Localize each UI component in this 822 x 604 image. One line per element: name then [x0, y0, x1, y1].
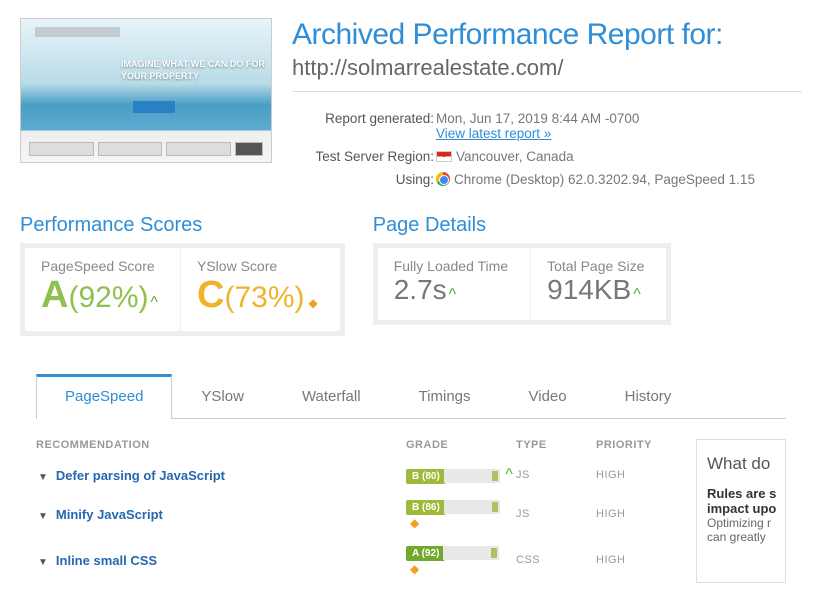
- side-text2: can greatly: [707, 530, 775, 544]
- side-bold1: Rules are s: [707, 486, 775, 501]
- loaded-label: Fully Loaded Time: [394, 258, 508, 274]
- col-type: Type: [516, 439, 596, 451]
- region-value: Vancouver, Canada: [456, 149, 574, 164]
- pagespeed-score-box: PageSpeed Score A(92%)^: [25, 248, 180, 331]
- diamond-icon: ◆: [410, 516, 419, 530]
- pagespeed-pct: (92%): [68, 281, 148, 314]
- caret-up-icon: ^: [633, 286, 641, 303]
- grade-bar: [443, 546, 499, 560]
- rec-name[interactable]: Defer parsing of JavaScript: [56, 468, 225, 483]
- tab-history[interactable]: History: [596, 374, 701, 418]
- rec-type: JS: [516, 508, 596, 520]
- chevron-down-icon: ▼: [38, 472, 48, 483]
- page-size-box: Total Page Size 914KB^: [530, 248, 666, 320]
- tab-waterfall[interactable]: Waterfall: [273, 374, 390, 418]
- side-title: What do: [707, 454, 775, 474]
- chevron-down-icon: ▼: [38, 511, 48, 522]
- col-grade: Grade: [406, 439, 516, 451]
- generated-date: Mon, Jun 17, 2019 8:44 AM -0700: [436, 111, 639, 126]
- yslow-score-box: YSlow Score C(73%) ◆: [180, 248, 340, 331]
- latest-report-link[interactable]: View latest report »: [436, 126, 551, 141]
- rec-priority: HIGH: [596, 469, 676, 481]
- size-label: Total Page Size: [547, 258, 644, 274]
- chrome-icon: [436, 172, 450, 186]
- region-label: Test Server Region:: [294, 146, 434, 167]
- tab-pagespeed[interactable]: PageSpeed: [36, 374, 172, 419]
- perf-scores-title: Performance Scores: [20, 214, 345, 237]
- thumb-tagline: IMAGINE WHAT WE CAN DO FOR YOUR PROPERTY: [121, 59, 271, 82]
- tab-video[interactable]: Video: [500, 374, 596, 418]
- chevron-down-icon: ▼: [38, 557, 48, 568]
- rec-priority: HIGH: [596, 554, 676, 566]
- table-row[interactable]: ▼ Inline small CSS A (92) ◆ CSSHIGH: [36, 537, 676, 583]
- side-bold2: impact upo: [707, 501, 775, 516]
- rec-type: CSS: [516, 554, 596, 566]
- diamond-icon: ◆: [308, 296, 317, 310]
- caret-up-icon: ^: [150, 294, 158, 311]
- using-label: Using:: [294, 169, 434, 190]
- page-details-title: Page Details: [373, 214, 672, 237]
- rec-type: JS: [516, 469, 596, 481]
- rec-name[interactable]: Minify JavaScript: [56, 507, 163, 522]
- caret-up-icon: ^: [505, 466, 513, 483]
- grade-badge: A (92): [406, 546, 445, 561]
- side-panel: What do Rules are s impact upo Optimizin…: [696, 439, 786, 583]
- col-priority: Priority: [596, 439, 676, 451]
- tabs: PageSpeedYSlowWaterfallTimingsVideoHisto…: [36, 374, 786, 419]
- grade-badge: B (80): [406, 469, 446, 484]
- yslow-grade: C: [197, 274, 224, 316]
- report-title: Archived Performance Report for:: [292, 18, 802, 52]
- diamond-icon: ◆: [410, 562, 419, 576]
- loaded-time-box: Fully Loaded Time 2.7s^: [378, 248, 530, 320]
- table-row[interactable]: ▼ Minify JavaScript B (86) ◆ JSHIGH: [36, 491, 676, 537]
- grade-bar: [444, 500, 500, 514]
- using-value: Chrome (Desktop) 62.0.3202.94, PageSpeed…: [454, 172, 755, 187]
- generated-label: Report generated:: [294, 108, 434, 144]
- size-value: 914KB: [547, 274, 631, 305]
- yslow-pct: (73%): [224, 281, 304, 314]
- rec-name[interactable]: Inline small CSS: [56, 553, 157, 568]
- site-thumbnail: IMAGINE WHAT WE CAN DO FOR YOUR PROPERTY: [20, 18, 272, 163]
- grade-bar: [444, 469, 500, 483]
- flag-canada-icon: [436, 151, 452, 162]
- table-row[interactable]: ▼ Defer parsing of JavaScript B (80) ^JSHI…: [36, 459, 676, 491]
- loaded-value: 2.7s: [394, 274, 447, 305]
- caret-up-icon: ^: [449, 286, 457, 303]
- tab-yslow[interactable]: YSlow: [172, 374, 273, 418]
- yslow-label: YSlow Score: [197, 258, 318, 274]
- side-text1: Optimizing r: [707, 516, 775, 530]
- col-recommendation: Recommendation: [36, 439, 406, 451]
- pagespeed-label: PageSpeed Score: [41, 258, 158, 274]
- rec-priority: HIGH: [596, 508, 676, 520]
- report-url: http://solmarrealestate.com/: [292, 55, 802, 81]
- grade-badge: B (86): [406, 500, 446, 515]
- pagespeed-grade: A: [41, 274, 68, 316]
- tab-timings[interactable]: Timings: [390, 374, 500, 418]
